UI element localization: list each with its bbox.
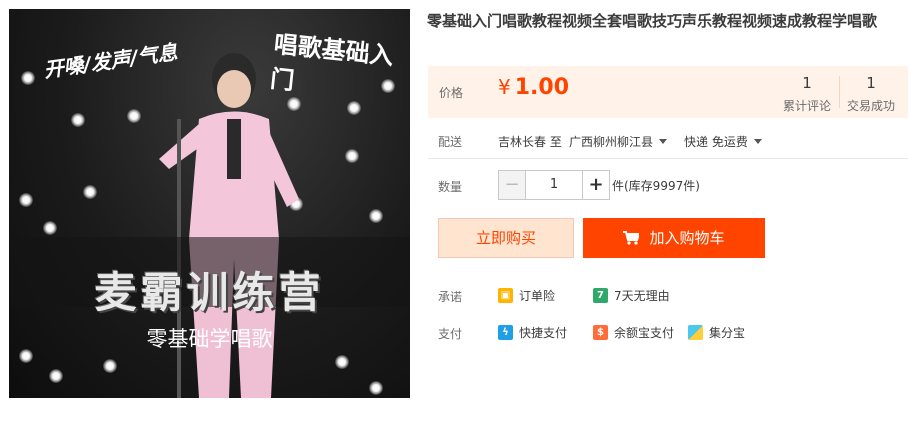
image-banner-text: 麦霸训练营 [94, 268, 325, 317]
stage-light [19, 193, 33, 207]
promise-label: 承诺 [438, 290, 463, 304]
image-text-top-right: 唱歌基础入门 [268, 29, 395, 96]
yuebao-pay-badge[interactable]: $ 余额宝支付 [593, 324, 674, 341]
stage-light [127, 109, 141, 123]
money-bag-icon: $ [593, 325, 608, 340]
stage-light [345, 149, 359, 163]
quantity-input[interactable]: 1 [526, 171, 582, 199]
stage-light [71, 113, 85, 127]
buy-now-button[interactable]: 立即购买 [438, 218, 574, 258]
price-panel: 价格 ¥1.00 1 累计评论 1 交易成功 [428, 66, 908, 118]
stage-light [49, 369, 63, 383]
sales-count: 1 [866, 74, 876, 92]
order-insurance-icon: ▣ [498, 288, 513, 303]
product-title: 零基础入门唱歌教程视频全套唱歌技巧声乐教程视频速成教程学唱歌 [427, 12, 878, 30]
quantity-stepper: − 1 + [498, 170, 610, 200]
delivery-row: 配送 吉林长春 至 广西柳州柳江县 快递 免运费 [438, 133, 908, 153]
product-image: 开嗓/发声/气息 唱歌基础入门 麦霸训练营 零基础学唱歌 [9, 9, 410, 398]
sales-label: 交易成功 [846, 99, 895, 113]
chevron-down-icon [659, 139, 668, 144]
stage-light [103, 359, 117, 373]
seven-day-return-badge[interactable]: 7 7天无理由 [593, 287, 670, 304]
stage-light [83, 185, 97, 199]
stage-light [335, 355, 349, 369]
chevron-down-icon [753, 139, 762, 144]
stock-text: 件(库存9997件) [612, 179, 700, 193]
seven-day-return-label: 7天无理由 [614, 289, 670, 303]
add-to-cart-label: 加入购物车 [649, 229, 725, 247]
stage-light [43, 221, 57, 235]
promise-row: 承诺 ▣ 订单险 7 7天无理由 [438, 288, 908, 308]
order-insurance-badge[interactable]: ▣ 订单险 [498, 287, 555, 304]
sales-stat: 1 交易成功 [838, 74, 904, 114]
quantity-row: 数量 − 1 + 件(库存9997件) [438, 170, 908, 200]
add-to-cart-button[interactable]: 加入购物车 [583, 218, 765, 258]
delivery-from: 吉林长春 至 [498, 135, 562, 149]
stage-light [369, 381, 383, 395]
price-value: ¥1.00 [498, 75, 569, 100]
payment-label: 支付 [438, 327, 463, 341]
seven-day-icon: 7 [593, 288, 608, 303]
delivery-method-select[interactable]: 快递 免运费 [684, 133, 762, 150]
jifenbao-badge[interactable]: 集分宝 [688, 324, 745, 341]
quick-pay-badge[interactable]: ϟ 快捷支付 [498, 324, 567, 341]
comments-count: 1 [802, 74, 812, 92]
price-amount: 1.00 [514, 75, 570, 100]
quick-pay-label: 快捷支付 [519, 326, 568, 340]
delivery-method: 快递 免运费 [684, 135, 748, 149]
stage-light [21, 71, 35, 85]
delivery-label: 配送 [438, 135, 463, 149]
order-insurance-label: 订单险 [519, 289, 556, 303]
image-subtitle-text: 零基础学唱歌 [146, 327, 273, 351]
cart-icon [623, 218, 641, 258]
comments-stat[interactable]: 1 累计评论 [774, 74, 840, 114]
stage-light [369, 209, 383, 223]
quantity-label: 数量 [438, 180, 463, 194]
currency-symbol: ¥ [498, 75, 511, 99]
comments-label: 累计评论 [782, 99, 831, 113]
divider [428, 158, 908, 159]
increment-button[interactable]: + [582, 171, 609, 199]
jifenbao-label: 集分宝 [709, 326, 746, 340]
yuebao-pay-label: 余额宝支付 [614, 326, 675, 340]
points-icon [688, 325, 703, 340]
lightning-icon: ϟ [498, 325, 513, 340]
price-label: 价格 [439, 86, 464, 100]
delivery-destination: 广西柳州柳江县 [569, 135, 654, 149]
decrement-button[interactable]: − [499, 171, 526, 199]
delivery-destination-select[interactable]: 广西柳州柳江县 [569, 133, 668, 150]
payment-row: 支付 ϟ 快捷支付 $ 余额宝支付 集分宝 [438, 325, 908, 345]
